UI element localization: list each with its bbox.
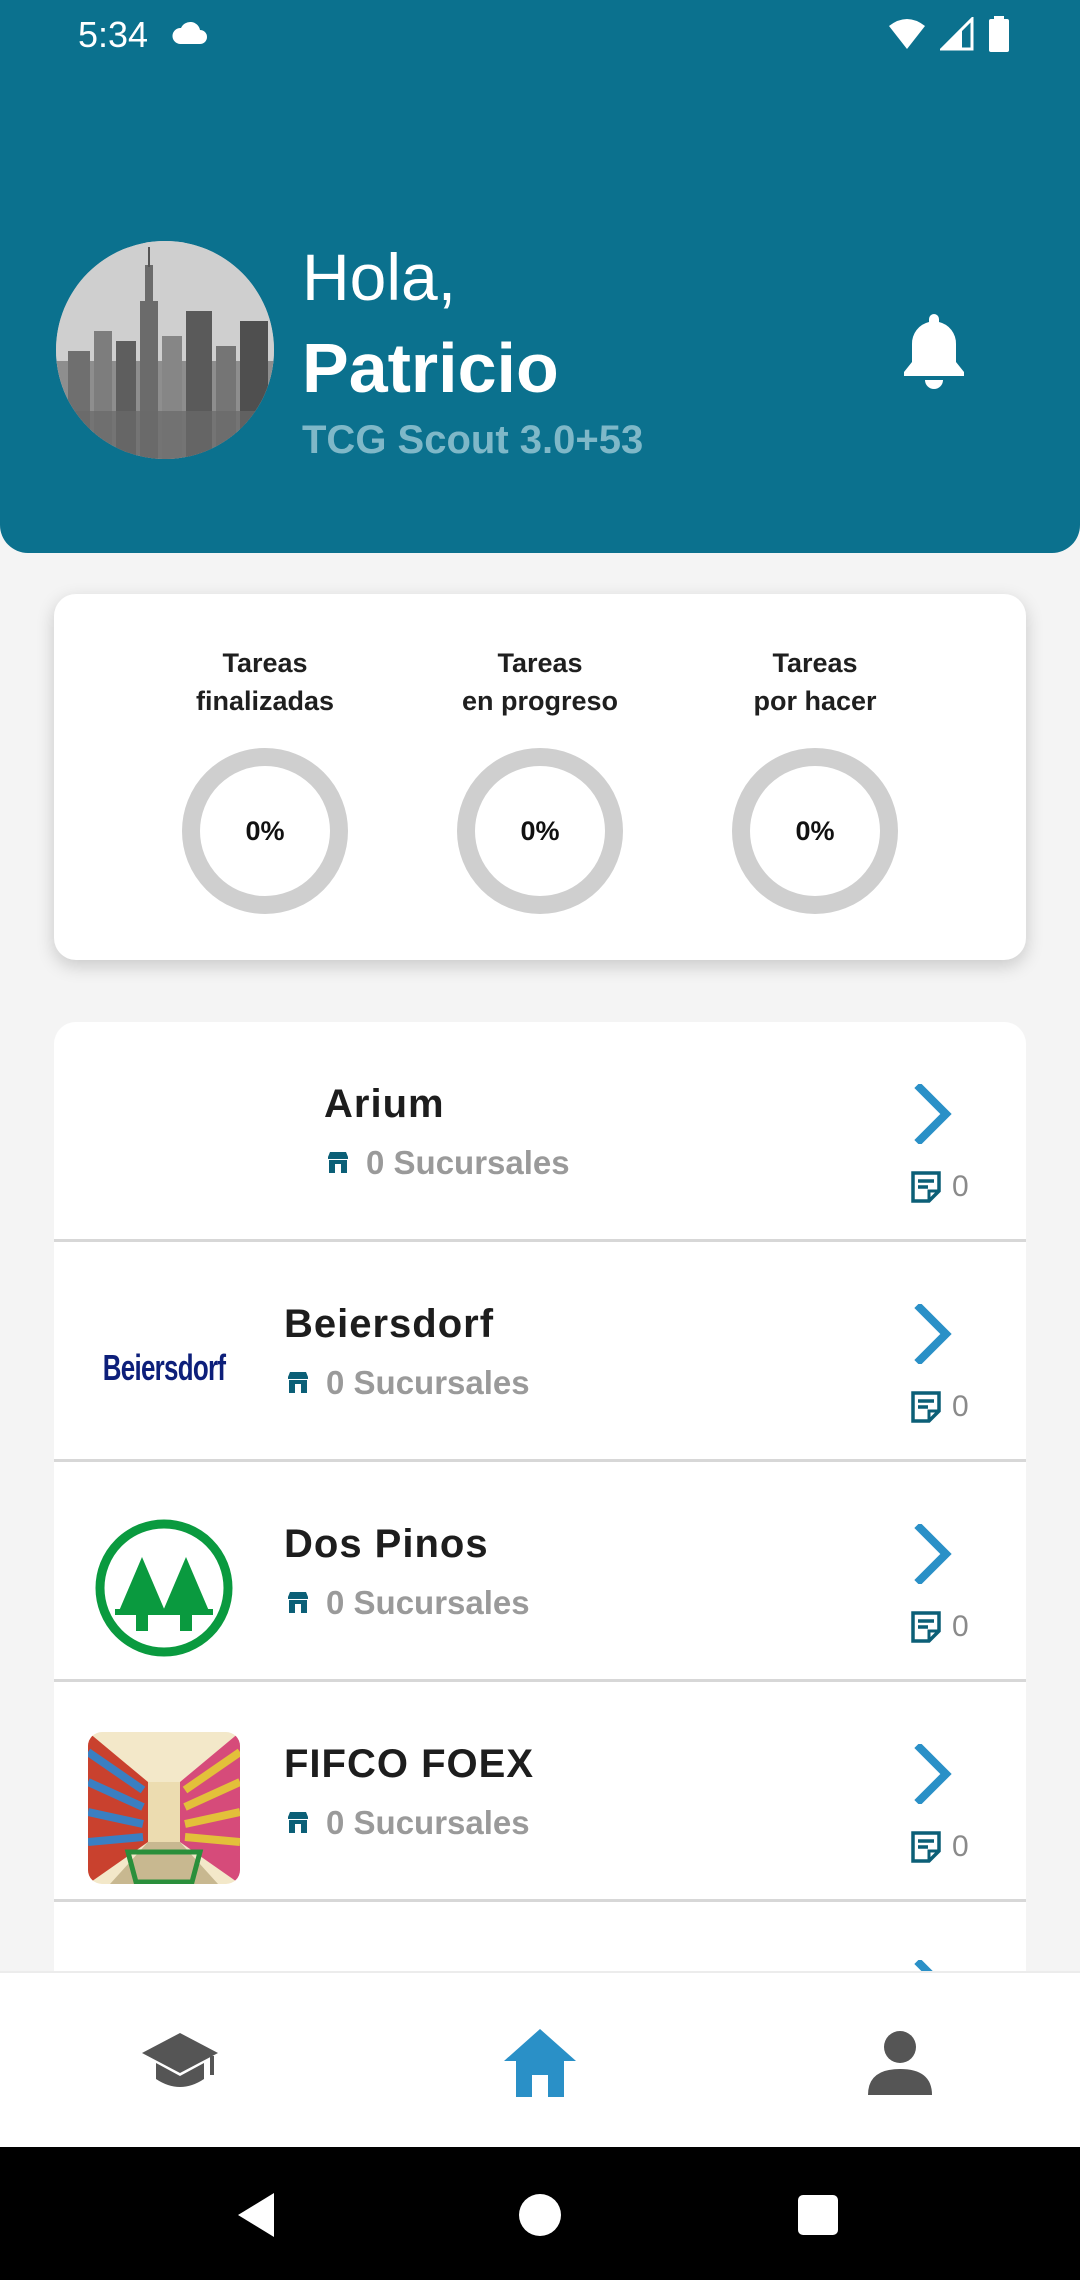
progress-ring: 0% <box>732 748 898 914</box>
battery-icon <box>989 16 1009 52</box>
task-list-icon <box>911 1391 941 1423</box>
company-row-arium[interactable]: Arium 0 Sucursales 0 <box>54 1022 1026 1242</box>
back-icon[interactable] <box>230 2187 286 2243</box>
stat-label: Tareas finalizadas <box>155 644 375 722</box>
company-branches: 0 Sucursales <box>286 1364 530 1402</box>
beiersdorf-logo-text: Beiersdorf <box>102 1347 226 1388</box>
dos-pinos-logo-image <box>95 1519 233 1657</box>
task-count-value: 0 <box>952 1170 969 1203</box>
stat-percent: 0% <box>520 815 560 846</box>
stat-label: Tareas en progreso <box>430 644 650 722</box>
company-name: Beiersdorf <box>284 1302 495 1346</box>
recents-icon[interactable] <box>790 2187 846 2243</box>
company-row-beiersdorf[interactable]: Beiersdorf Beiersdorf 0 Sucursales 0 <box>54 1242 1026 1462</box>
stat-label-line2: finalizadas <box>195 686 335 716</box>
task-list-icon <box>911 1171 941 1203</box>
progress-ring: 0% <box>457 748 623 914</box>
status-time: 5:34 <box>78 14 149 55</box>
profile-header: 5:34 Hola, Patricio TCG Scout 3.0+53 <box>0 0 1080 553</box>
task-count-value: 0 <box>952 1610 969 1643</box>
status-icons <box>888 16 1010 52</box>
task-count: 0 <box>910 1170 969 1204</box>
system-navigation-bar <box>0 2147 1080 2280</box>
task-list-icon <box>911 1611 941 1643</box>
cloud-icon <box>172 21 207 44</box>
store-icon <box>328 1152 348 1173</box>
graduation-cap-icon[interactable] <box>140 2023 220 2103</box>
company-branches: 0 Sucursales <box>286 1804 530 1842</box>
supermarket-aisle-image <box>88 1732 240 1884</box>
company-name: Arium <box>324 1082 445 1126</box>
home-circle-icon[interactable] <box>512 2187 568 2243</box>
app-version: TCG Scout 3.0+53 <box>302 418 644 462</box>
chevron-right-icon[interactable] <box>914 1524 954 1584</box>
stat-percent: 0% <box>245 815 285 846</box>
supermarket-aisle-picture <box>88 1732 240 1884</box>
city-skyline-image <box>56 241 274 459</box>
avatar[interactable] <box>56 241 274 459</box>
bottom-navigation <box>0 1971 1080 2147</box>
progress-ring: 0% <box>182 748 348 914</box>
company-row-fifco-foex[interactable]: FIFCO FOEX 0 Sucursales 0 <box>54 1682 1026 1902</box>
dos-pinos-logo <box>88 1512 240 1664</box>
company-branches: 0 Sucursales <box>326 1144 570 1182</box>
company-row-dos-pinos[interactable]: Dos Pinos 0 Sucursales 0 <box>54 1462 1026 1682</box>
stat-label-line2: en progreso <box>461 686 619 716</box>
branches-text: 0 Sucursales <box>366 1144 570 1181</box>
branches-text: 0 Sucursales <box>326 1804 530 1841</box>
stat-label-line2: por hacer <box>753 686 877 716</box>
branches-text: 0 Sucursales <box>326 1584 530 1621</box>
signal-icon <box>940 17 974 51</box>
wifi-icon <box>889 19 925 49</box>
company-list: Arium 0 Sucursales 0 Beiersdorf Beiersdo… <box>54 1022 1026 2022</box>
branches-text: 0 Sucursales <box>326 1364 530 1401</box>
person-icon[interactable] <box>860 2023 940 2103</box>
chevron-right-icon[interactable] <box>914 1304 954 1364</box>
beiersdorf-logo: Beiersdorf <box>88 1292 240 1444</box>
store-icon <box>288 1592 308 1613</box>
notification-bell-icon[interactable] <box>898 312 970 390</box>
company-name: Dos Pinos <box>284 1522 489 1566</box>
stat-label-line1: Tareas <box>497 648 583 678</box>
task-count-value: 0 <box>952 1390 969 1423</box>
task-list-icon <box>911 1831 941 1863</box>
stat-completed: Tareas finalizadas 0% <box>155 644 375 914</box>
status-bar: 5:34 <box>0 0 1080 72</box>
task-count-value: 0 <box>952 1830 969 1863</box>
home-icon[interactable] <box>500 2023 580 2103</box>
stat-label-line1: Tareas <box>222 648 308 678</box>
company-branches: 0 Sucursales <box>286 1584 530 1622</box>
user-name: Patricio <box>302 329 559 407</box>
stat-percent: 0% <box>795 815 835 846</box>
store-icon <box>288 1812 308 1833</box>
stat-to-do: Tareas por hacer 0% <box>705 644 925 914</box>
greeting-text: Hola, <box>302 240 457 314</box>
store-icon <box>288 1372 308 1393</box>
company-name: FIFCO FOEX <box>284 1742 534 1786</box>
task-stats-card: Tareas finalizadas 0% Tareas en progreso… <box>54 594 1026 960</box>
task-count: 0 <box>910 1610 969 1644</box>
chevron-right-icon[interactable] <box>914 1084 954 1144</box>
stat-label-line1: Tareas <box>772 648 858 678</box>
stat-in-progress: Tareas en progreso 0% <box>430 644 650 914</box>
chevron-right-icon[interactable] <box>914 1744 954 1804</box>
task-count: 0 <box>910 1390 969 1424</box>
stat-label: Tareas por hacer <box>705 644 925 722</box>
task-count: 0 <box>910 1830 969 1864</box>
